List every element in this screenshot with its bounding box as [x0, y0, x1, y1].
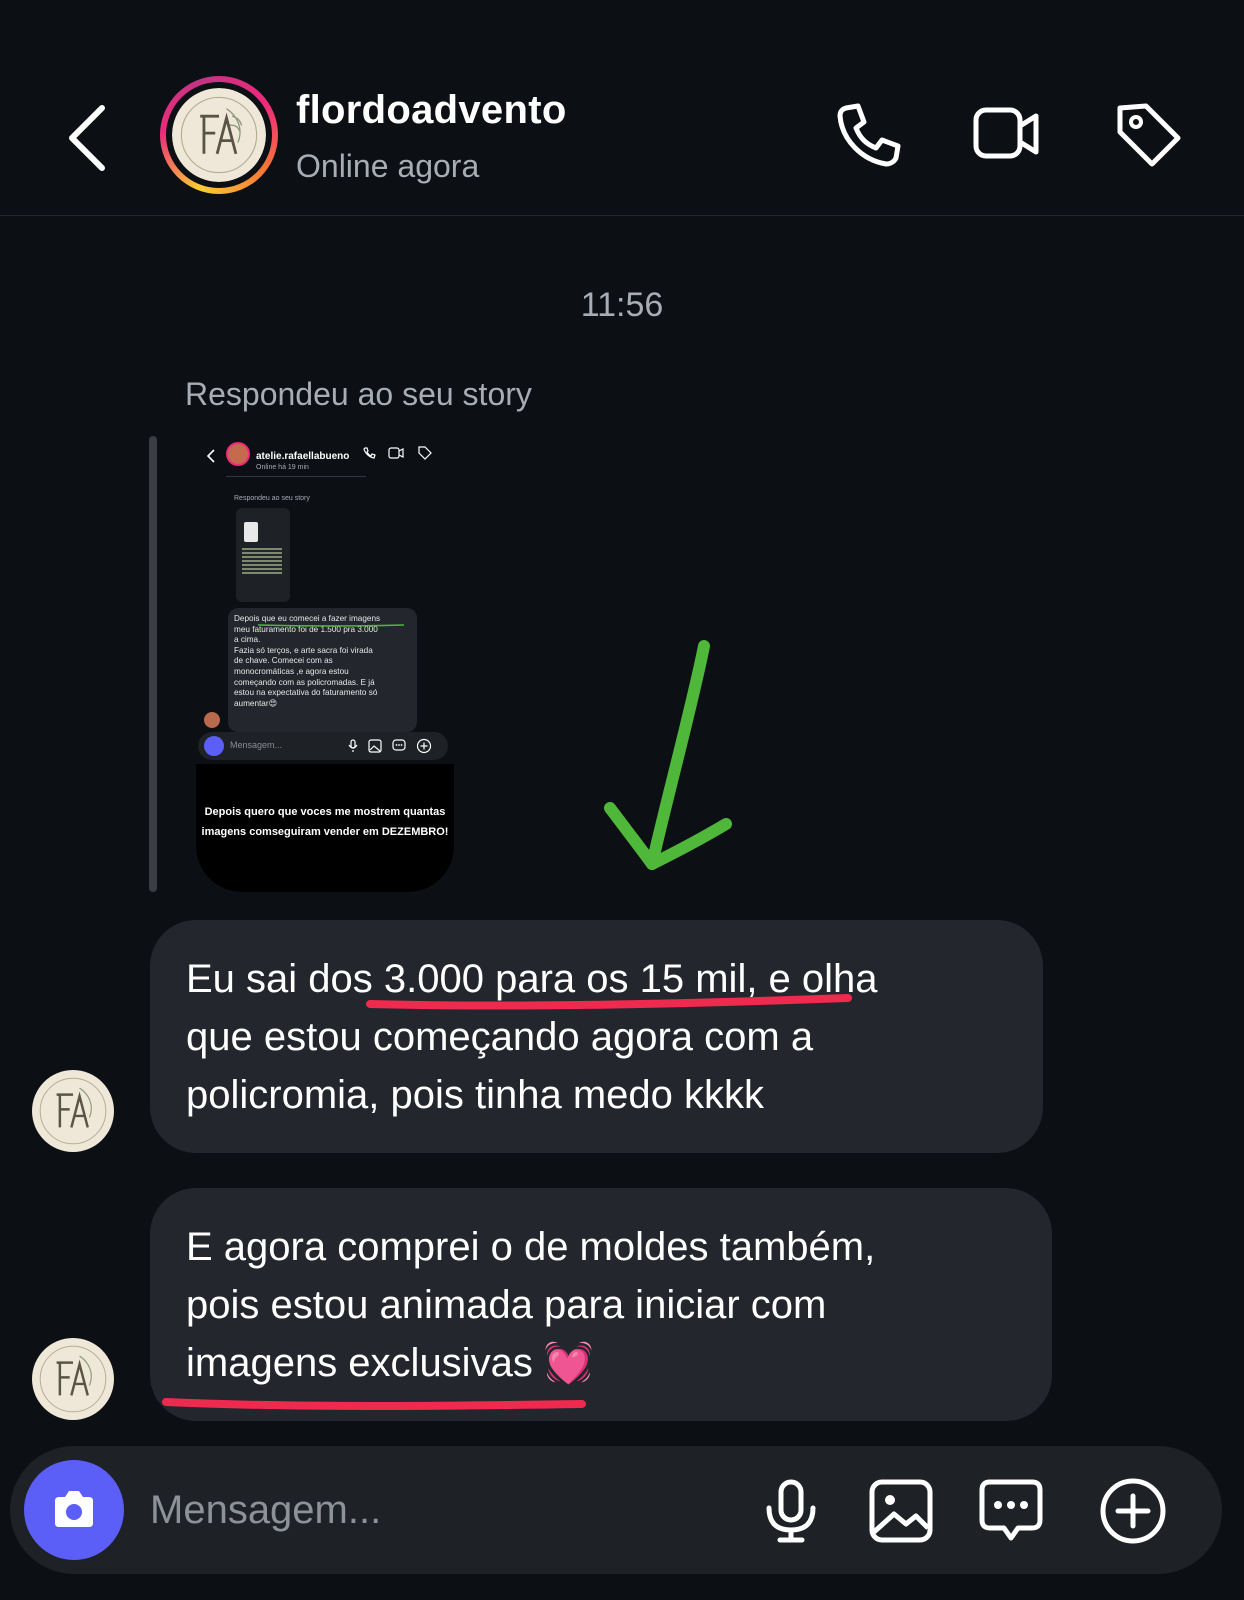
story-mini-placeholder: Mensagem...: [230, 740, 283, 750]
story-mini-sender-avatar: [204, 712, 220, 728]
back-chevron-icon: [69, 105, 105, 171]
sender-avatar[interactable]: [32, 1338, 114, 1420]
chat-header: flordoadvento Online agora: [0, 0, 1244, 216]
message-timestamp: 11:56: [580, 286, 664, 324]
gallery-icon: [368, 739, 382, 753]
message-line: pois estou animada para iniciar com: [186, 1283, 827, 1327]
back-button[interactable]: [60, 98, 120, 178]
story-mini-header: atelie.rafaellabueno Online há 19 min: [196, 436, 454, 480]
story-preview[interactable]: atelie.rafaellabueno Online há 19 min Re…: [196, 436, 454, 892]
plus-icon: [1100, 1478, 1166, 1544]
profile-avatar[interactable]: [160, 76, 278, 194]
camera-button[interactable]: [24, 1460, 124, 1560]
story-mini-avatar: [226, 442, 250, 466]
message-composer: [10, 1446, 1222, 1574]
story-caption-area: Depois quero que voces me mostrem quanta…: [196, 764, 454, 892]
mini-underline-mark: [257, 624, 405, 627]
story-mini-reply-label: Respondeu ao seu story: [234, 495, 310, 502]
avatar-logo-image: [172, 88, 266, 182]
video-icon: [973, 107, 1039, 159]
reply-indicator-bar: [149, 436, 157, 892]
chat-status: Online agora: [296, 148, 480, 184]
microphone-icon: [766, 1479, 816, 1543]
label-button[interactable]: [1112, 98, 1184, 170]
back-chevron-icon: [206, 449, 215, 463]
video-call-button[interactable]: [970, 98, 1042, 170]
message-line: E agora comprei o de moldes também,: [186, 1225, 876, 1269]
story-reply-label: Respondeu ao seu story: [185, 376, 532, 412]
tag-icon: [1117, 103, 1181, 167]
message-line: imagens exclusivas 💓: [186, 1341, 594, 1385]
phone-icon: [363, 447, 376, 459]
sender-avatar[interactable]: [32, 1070, 114, 1152]
story-mini-username: atelie.rafaellabueno: [256, 451, 350, 462]
gallery-button[interactable]: [866, 1476, 936, 1546]
gallery-icon: [869, 1479, 933, 1543]
microphone-icon: [348, 739, 358, 752]
more-options-button[interactable]: [1098, 1476, 1168, 1546]
green-arrow-annotation: [604, 640, 732, 870]
story-mini-composer: Mensagem...: [198, 732, 448, 760]
plus-icon: [416, 738, 432, 754]
sticker-icon: [979, 1479, 1043, 1541]
message-input[interactable]: [150, 1480, 710, 1540]
message-bubble[interactable]: E agora comprei o de moldes também, pois…: [150, 1188, 1052, 1421]
phone-icon: [837, 103, 901, 167]
story-mini-nested-preview: [236, 508, 290, 602]
message-bubble[interactable]: Eu sai dos 3.000 para os 15 mil, e olha …: [150, 920, 1043, 1153]
voice-call-button[interactable]: [832, 98, 904, 170]
avatar-logo-image: [39, 1345, 107, 1413]
story-mini-status: Online há 19 min: [256, 464, 309, 471]
sticker-icon: [392, 739, 406, 751]
video-icon: [388, 447, 404, 459]
camera-icon: [204, 736, 224, 756]
chat-username[interactable]: flordoadvento: [296, 88, 567, 133]
voice-message-button[interactable]: [756, 1476, 826, 1546]
tag-icon: [418, 446, 432, 460]
sticker-button[interactable]: [976, 1476, 1046, 1546]
message-line: Eu sai dos 3.000 para os 15 mil, e olha: [186, 957, 878, 1001]
message-line: policromia, pois tinha medo kkkk: [186, 1073, 765, 1117]
avatar-logo-image: [39, 1077, 107, 1145]
camera-icon: [55, 1491, 93, 1527]
message-line: que estou começando agora com a: [186, 1015, 814, 1059]
story-caption: Depois quero que voces me mostrem quanta…: [201, 806, 449, 838]
